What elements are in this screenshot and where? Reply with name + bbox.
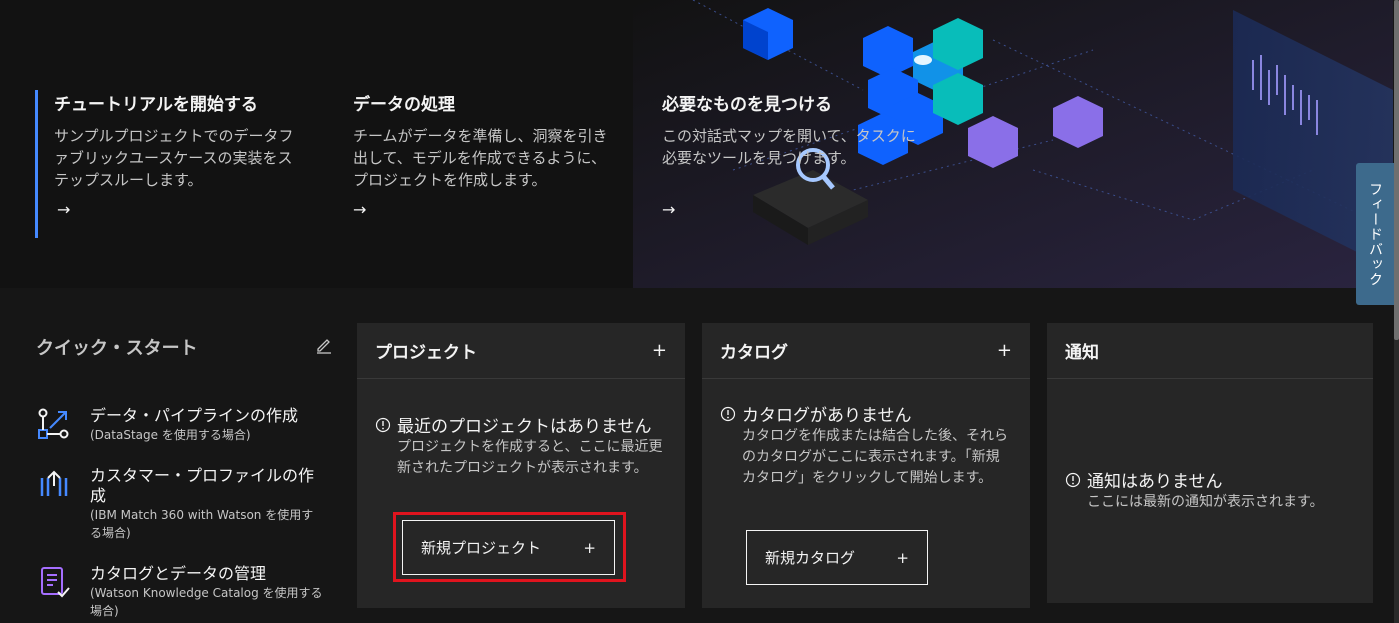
empty-title: カタログがありません	[742, 406, 912, 426]
quick-start-panel: クイック・スタート	[36, 334, 336, 360]
quick-start-item-sub: (Watson Knowledge Catalog を使用する場合)	[90, 586, 323, 618]
tile-title: カタログ	[720, 343, 788, 363]
empty-desc: プロジェクトを作成すると、ここに最近更新されたプロジェクトが表示されます。	[397, 439, 663, 476]
empty-title: 最近のプロジェクトはありません	[397, 417, 652, 437]
highlight-box	[393, 512, 626, 582]
tile-title: 通知	[1065, 343, 1099, 363]
quick-start-item-label: カスタマー・プロファイルの作成	[90, 466, 315, 505]
notifications-tile: 通知 通知はありません ここには最新の通知が表示されます。	[1047, 323, 1373, 603]
hero-card-tutorial[interactable]: チュートリアルを開始する サンプルプロジェクトでのデータファブリックユースケース…	[35, 90, 315, 238]
button-label: 新規カタログ	[765, 549, 856, 567]
quick-start-item-pipeline[interactable]: データ・パイプラインの作成 (DataStage を使用する場合)	[36, 406, 298, 444]
hero-card-title: 必要なものを見つける	[662, 95, 832, 115]
info-icon	[720, 406, 736, 421]
quick-start-item-label: カタログとデータの管理	[90, 564, 267, 583]
pencil-icon[interactable]	[315, 336, 333, 354]
quick-start-item-sub: (DataStage を使用する場合)	[90, 428, 251, 442]
hero-card-data-work[interactable]: データの処理 チームがデータを準備し、洞察を引き出して、モデルを作成できるように…	[353, 90, 633, 219]
hero-card-title: チュートリアルを開始する	[54, 95, 258, 115]
arrow-right-icon[interactable]: →	[353, 200, 366, 219]
hero-card-desc: この対話式マップを開いて、タスクに必要なツールを見つけます。	[662, 127, 916, 167]
quick-start-heading: クイック・スタート	[36, 338, 198, 359]
hero-banner: チュートリアルを開始する サンプルプロジェクトでのデータファブリックユースケース…	[0, 0, 1393, 288]
arrow-right-icon[interactable]: →	[57, 200, 70, 219]
hero-card-desc: サンプルプロジェクトでのデータファブリックユースケースの実装をステップスルーしま…	[54, 127, 294, 189]
empty-title: 通知はありません	[1087, 472, 1223, 492]
new-catalog-button[interactable]: 新規カタログ +	[746, 530, 928, 585]
hero-card-title: データの処理	[353, 95, 455, 115]
empty-state: カタログがありません カタログを作成または結合した後、それらのカタログがここに表…	[702, 401, 1030, 489]
tile-title: プロジェクト	[375, 343, 477, 363]
profile-match-icon	[40, 470, 68, 496]
empty-state: 最近のプロジェクトはありません プロジェクトを作成すると、ここに最近更新されたプ…	[357, 412, 685, 479]
tile-header: カタログ +	[702, 323, 1030, 379]
hero-card-desc: チームがデータを準備し、洞察を引き出して、モデルを作成できるように、プロジェクト…	[353, 127, 608, 189]
tile-header: 通知	[1047, 323, 1373, 379]
scrollbar-thumb[interactable]	[1394, 0, 1399, 340]
quick-start-item-label: データ・パイプラインの作成	[90, 406, 299, 425]
catalog-icon	[41, 567, 70, 598]
quick-start-item-catalog[interactable]: カタログとデータの管理 (Watson Knowledge Catalog を使…	[36, 564, 326, 620]
quick-start-item-sub: (IBM Match 360 with Watson を使用する場合)	[90, 508, 314, 540]
info-icon	[375, 417, 391, 432]
pipeline-icon	[38, 408, 69, 439]
info-icon	[1065, 472, 1081, 487]
add-catalog-icon[interactable]: +	[997, 340, 1012, 361]
plus-icon: +	[896, 548, 909, 567]
quick-start-item-profile[interactable]: カスタマー・プロファイルの作成 (IBM Match 360 with Wats…	[36, 466, 326, 542]
empty-desc: カタログを作成または結合した後、それらのカタログがここに表示されます。「新規カタ…	[742, 428, 1008, 486]
empty-state: 通知はありません ここには最新の通知が表示されます。	[1047, 467, 1373, 513]
catalogs-tile: カタログ + カタログがありません カタログを作成または結合した後、それらのカタ…	[702, 323, 1030, 608]
tile-header: プロジェクト +	[357, 323, 685, 379]
page-scrollbar[interactable]	[1394, 0, 1399, 623]
arrow-right-icon[interactable]: →	[662, 200, 675, 219]
add-project-icon[interactable]: +	[652, 340, 667, 361]
feedback-tab[interactable]: フィードバック	[1356, 163, 1394, 305]
empty-desc: ここには最新の通知が表示されます。	[1087, 494, 1324, 510]
hero-card-find-tools[interactable]: 必要なものを見つける この対話式マップを開いて、タスクに必要なツールを見つけます…	[662, 90, 942, 219]
